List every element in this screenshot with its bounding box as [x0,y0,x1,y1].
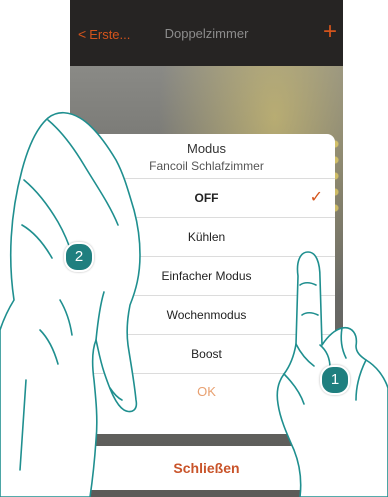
option-einfacher-modus[interactable]: Einfacher Modus [78,257,335,296]
dialog-subtitle: Fancoil Schlafzimmer [149,159,264,173]
step-badge-1: 1 [320,365,350,395]
option-label: Wochenmodus [166,308,247,322]
checkmark-icon: ✓ [309,189,323,206]
step-badge-2: 2 [64,242,94,272]
close-button[interactable]: Schließen [78,446,335,490]
option-boost[interactable]: Boost [78,335,335,374]
mode-picker-dialog: Modus Fancoil Schlafzimmer OFF ✓ Kühlen … [78,134,335,434]
dialog-header: Modus Fancoil Schlafzimmer [78,134,335,179]
dialog-title: Modus [186,141,227,156]
ok-button[interactable]: OK [78,374,335,410]
page-title: Doppelzimmer [164,26,249,41]
option-label: OFF [194,191,219,205]
option-off[interactable]: OFF ✓ [78,179,335,218]
option-label: Boost [191,347,222,361]
add-button[interactable]: + [323,18,337,46]
nav-bar: < Erste... Doppelzimmer + [70,0,343,67]
option-label: Kühlen [187,230,226,244]
phone-screen: < Erste... Doppelzimmer + Modus Fancoil S… [70,0,343,497]
option-label: Einfacher Modus [161,269,252,283]
option-kuehlen[interactable]: Kühlen [78,218,335,257]
option-wochenmodus[interactable]: Wochenmodus [78,296,335,335]
